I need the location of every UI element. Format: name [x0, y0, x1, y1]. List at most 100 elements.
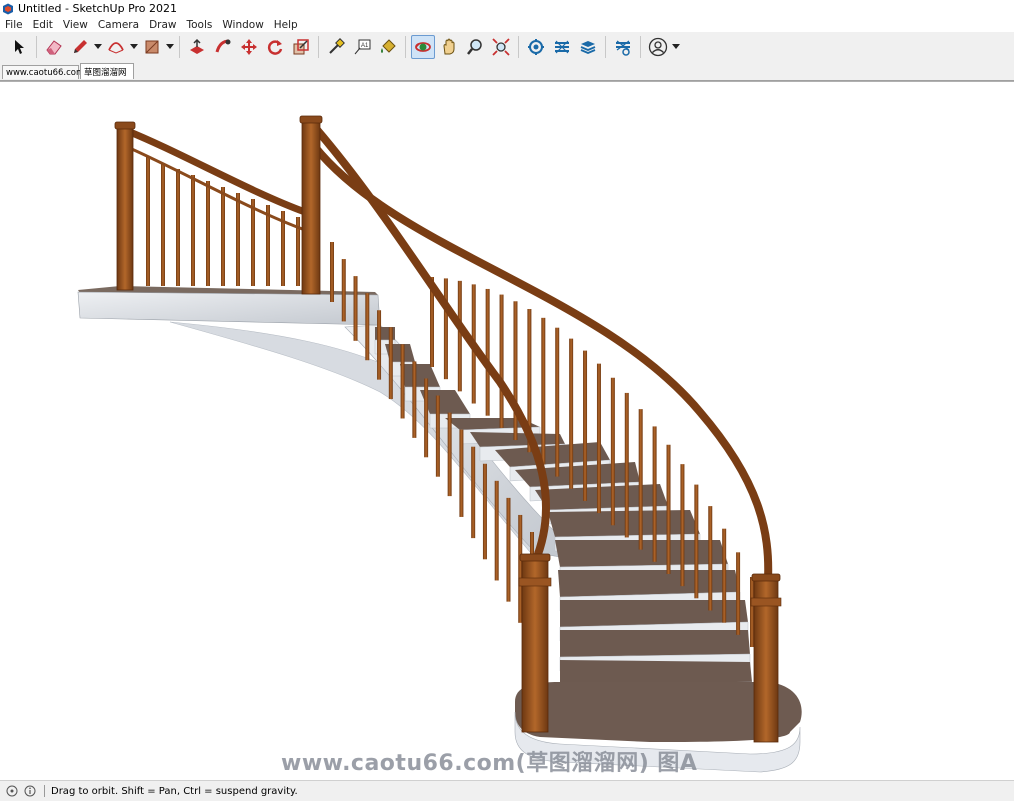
window-title: Untitled - SketchUp Pro 2021 [18, 2, 178, 15]
pencil-dropdown[interactable] [93, 35, 103, 59]
paint-bucket-tool-button[interactable] [376, 35, 400, 59]
eraser-icon [46, 40, 62, 55]
newel-post-cap [751, 573, 781, 582]
stair-tread [560, 660, 752, 685]
pencil-tool-button[interactable] [68, 35, 92, 59]
baluster [652, 426, 657, 562]
toolbar-separator [318, 36, 319, 58]
extension-manager-button[interactable] [611, 35, 635, 59]
arc-dropdown[interactable] [129, 35, 139, 59]
baluster [499, 294, 504, 428]
menu-tools[interactable]: Tools [182, 19, 218, 31]
rectangle-tool-button[interactable] [140, 35, 164, 59]
extension-warehouse-icon [555, 40, 569, 54]
status-bar: Drag to orbit. Shift = Pan, Ctrl = suspe… [0, 780, 1014, 801]
chevron-down-icon [166, 44, 174, 49]
pan-tool-button[interactable] [437, 35, 461, 59]
arc-tool-button[interactable] [104, 35, 128, 59]
baluster [206, 181, 210, 286]
baluster [435, 395, 440, 477]
baluster [353, 276, 358, 341]
rectangle-icon [145, 40, 159, 54]
baluster [485, 288, 490, 416]
rectangle-dropdown[interactable] [165, 35, 175, 59]
menu-bar: File Edit View Camera Draw Tools Window … [0, 17, 1014, 33]
zoom-extents-tool-button[interactable] [489, 35, 513, 59]
scene-tab-2[interactable]: 草图溜溜网 [80, 63, 134, 79]
newel-post-cap [114, 121, 136, 130]
toolbar-separator [640, 36, 641, 58]
rotate-icon [267, 40, 283, 55]
baluster [750, 577, 754, 647]
baluster [400, 344, 405, 419]
select-icon [15, 40, 24, 54]
follow-me-tool-button[interactable] [211, 35, 235, 59]
rotate-tool-button[interactable] [263, 35, 287, 59]
baluster [596, 363, 601, 514]
scene-tab-1[interactable]: www.caotu66.com [2, 65, 84, 79]
push-pull-tool-button[interactable] [185, 35, 209, 59]
scene-tab-label: 草图溜溜网 [84, 67, 127, 78]
toolbar-separator [518, 36, 519, 58]
menu-edit[interactable]: Edit [28, 19, 58, 31]
baluster [161, 163, 165, 286]
baluster [459, 429, 464, 517]
landing-front [77, 291, 381, 326]
scene-tab-label: www.caotu66.com [6, 67, 85, 78]
staircase-model [77, 115, 802, 773]
upper-handrail-lower-bar [124, 144, 306, 232]
baluster [443, 278, 448, 380]
scale-tool-button[interactable] [289, 35, 313, 59]
orbit-icon [415, 42, 431, 52]
newel-post-cap [519, 553, 551, 562]
account-dropdown[interactable] [671, 35, 681, 59]
newel-post [301, 119, 321, 295]
menu-window[interactable]: Window [217, 19, 268, 31]
tape-measure-tool-button[interactable] [324, 35, 348, 59]
baluster [341, 259, 346, 322]
baluster [708, 506, 713, 611]
baluster [447, 412, 452, 497]
text-tool-button[interactable]: A1 [350, 35, 374, 59]
layout-button[interactable] [576, 35, 600, 59]
move-tool-button[interactable] [237, 35, 261, 59]
zoom-tool-button[interactable] [463, 35, 487, 59]
toolbar-separator [405, 36, 406, 58]
stair-tread [400, 364, 440, 387]
account-button[interactable] [646, 35, 670, 59]
tape-measure-icon [329, 38, 345, 54]
layout-icon [580, 41, 596, 54]
baluster [424, 378, 429, 458]
follow-me-icon [215, 39, 231, 53]
orbit-tool-button[interactable] [411, 35, 435, 59]
stair-tread [548, 510, 700, 537]
baluster [221, 187, 225, 286]
extension-warehouse-button[interactable] [550, 35, 574, 59]
chevron-down-icon [130, 44, 138, 49]
select-tool-button[interactable] [7, 35, 31, 59]
baluster [494, 480, 499, 581]
zoom-icon [467, 39, 482, 55]
warehouse-button[interactable] [524, 35, 548, 59]
geo-location-icon[interactable] [6, 785, 18, 797]
menu-file[interactable]: File [0, 19, 28, 31]
baluster [583, 350, 588, 501]
menu-help[interactable]: Help [269, 19, 303, 31]
scale-icon [293, 39, 309, 55]
baluster [555, 327, 560, 477]
baluster [638, 409, 643, 550]
drawing-viewport[interactable] [0, 81, 1014, 781]
newel-post-collar [750, 597, 782, 607]
menu-draw[interactable]: Draw [144, 19, 181, 31]
baluster [722, 528, 727, 623]
menu-view[interactable]: View [58, 19, 93, 31]
baluster [146, 157, 150, 286]
baluster [388, 327, 393, 400]
eraser-tool-button[interactable] [42, 35, 66, 59]
newel-post-cap [299, 115, 323, 124]
info-icon[interactable] [24, 785, 36, 797]
baluster [569, 338, 574, 489]
menu-camera[interactable]: Camera [93, 19, 144, 31]
baluster [482, 463, 487, 560]
newel-post [116, 125, 134, 291]
